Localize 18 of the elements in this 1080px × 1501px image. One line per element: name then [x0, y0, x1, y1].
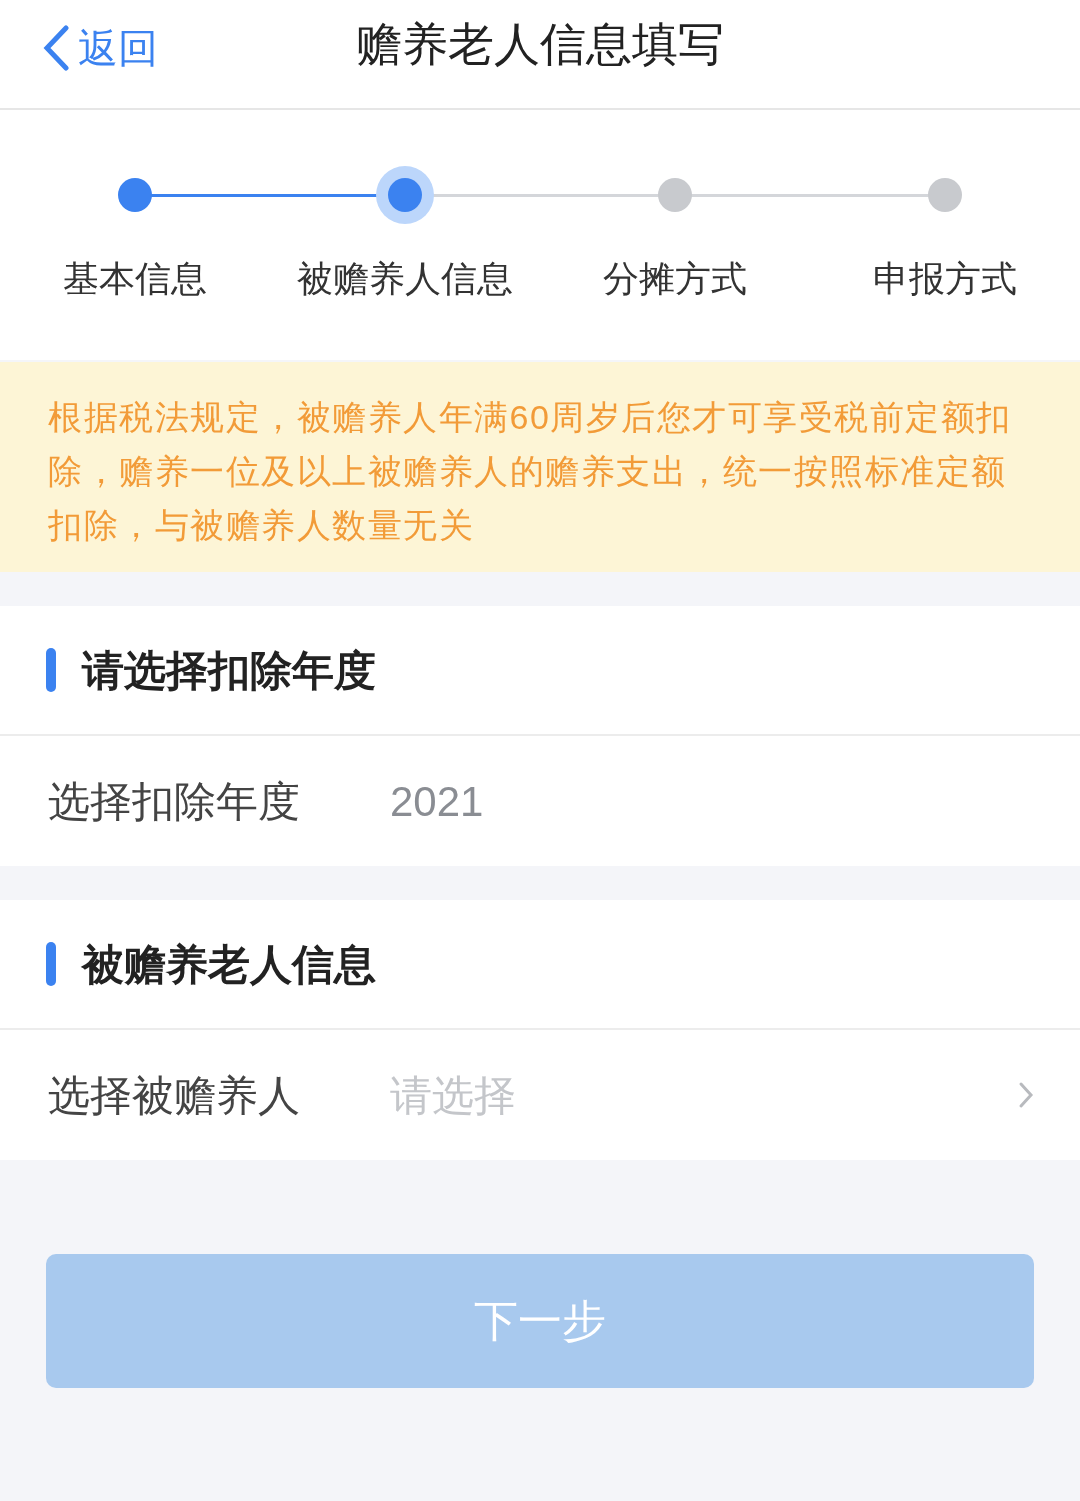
section-accent-bar	[46, 942, 56, 986]
section-accent-bar	[46, 648, 56, 692]
section-title: 被赡养老人信息	[82, 939, 376, 990]
select-placeholder: 请选择	[390, 1070, 517, 1121]
field-label: 选择被赡养人	[48, 1070, 301, 1121]
chevron-right-icon	[1018, 1081, 1034, 1109]
back-button[interactable]: 返回	[42, 18, 158, 78]
tax-notice: 根据税法规定，被赡养人年满60周岁后您才可享受税前定额扣除，赡养一位及以上被赡养人的赡养支出，统一按照标准定额扣除，与被赡养人数量无关	[0, 362, 1080, 572]
picker-row[interactable]: 选择被赡养人 请选择	[0, 1030, 1080, 1160]
step-label: 申报方式	[872, 257, 1018, 301]
step-label: 分摊方式	[602, 257, 748, 301]
page-title: 赡养老人信息填写	[356, 16, 724, 72]
step-label: 基本信息	[62, 257, 208, 301]
year-value: 2021	[390, 776, 484, 827]
step-label: 被赡养人信息	[296, 257, 514, 301]
field-label: 选择扣除年度	[48, 776, 301, 827]
chevron-left-icon	[42, 25, 70, 71]
section-title: 请选择扣除年度	[82, 645, 376, 696]
